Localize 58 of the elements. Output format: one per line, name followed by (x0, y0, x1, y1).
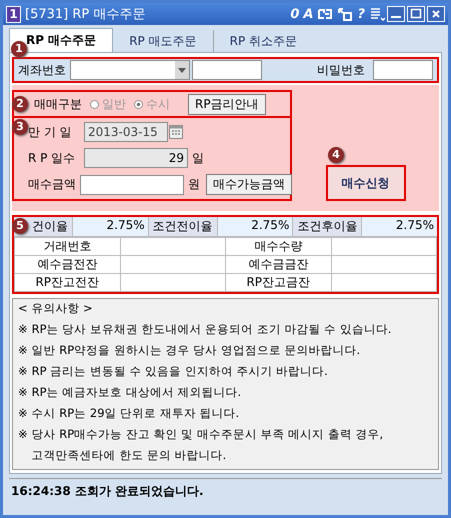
account-dropdown[interactable] (70, 60, 190, 80)
date-field[interactable]: 2013-03-15 (84, 122, 168, 142)
buy-request-button[interactable]: 매수신청 (326, 165, 406, 201)
minimize-button[interactable] (387, 6, 405, 22)
note-mark: ※ (18, 406, 28, 421)
note-mark: ※ (18, 322, 28, 337)
password-label: 비밀번호 (317, 62, 365, 78)
table-header-cell: 거래번호 (14, 238, 120, 256)
trade-type-label: 매매구분 (34, 96, 82, 112)
maturity-label: 만 기 일 (28, 124, 73, 140)
note-text: RP는 당사 보유채권 한도내에서 운용되어 조기 마감될 수 있습니다. (32, 322, 392, 337)
rate-label: 조건후이율 (293, 217, 362, 236)
maximize-button[interactable] (407, 6, 425, 22)
note-mark: ※ (18, 364, 28, 379)
table-header-cell: 예수금전잔 (14, 256, 120, 274)
table-header-cell: RP잔고금잔 (226, 274, 331, 292)
step-marker: 4 (328, 147, 344, 163)
note-mark: ※ (18, 427, 28, 443)
step-marker: 3 (12, 119, 28, 135)
toolbar-button[interactable]: 0 (290, 6, 300, 22)
window-title: [5731] RP 매수주문 (25, 6, 146, 23)
rp-days-label: R P 일수 (28, 150, 76, 166)
calendar-icon[interactable] (168, 123, 184, 141)
table-header-cell: 매수수량 (226, 238, 331, 256)
note-text: RP 금리는 변동될 수 있음을 인지하여 주시기 바랍니다. (32, 364, 328, 379)
rp-days-field: 29 (84, 148, 188, 168)
unit-label: 일 (192, 150, 204, 166)
available-amount-button[interactable]: 매수가능금액 (206, 174, 292, 195)
note-mark: ※ (18, 385, 28, 400)
amount-field[interactable] (80, 174, 184, 194)
notes-title: < 유의사항 > (18, 301, 94, 316)
rate-label: 조건전이율 (148, 217, 218, 236)
password-field[interactable] (373, 60, 433, 80)
list-icon[interactable] (369, 7, 385, 21)
toolbar-button[interactable]: A (303, 6, 314, 22)
close-button[interactable] (427, 6, 445, 22)
note-text: 당사 RP매수가능 잔고 확인 및 매수주문시 부족 메시지 출력 경우, (32, 427, 384, 442)
status-message: 16:24:38 조회가 완료되었습니다. (9, 478, 442, 504)
step-marker: 5 (12, 218, 28, 234)
resize-icon[interactable] (337, 7, 354, 21)
account-suffix-field[interactable] (192, 60, 262, 80)
table-header-cell: RP잔고전잔 (14, 274, 120, 292)
note-text: RP는 예금자보호 대상에서 제외됩니다. (32, 385, 242, 400)
note-mark: ※ (18, 343, 28, 358)
link-icon[interactable] (317, 7, 334, 21)
step-marker: 2 (12, 96, 28, 112)
note-text: 일반 RP약정을 원하시는 경우 당사 영업점으로 문의바랍니다. (32, 343, 360, 358)
rate-value: 2.75% (394, 217, 436, 234)
tab[interactable]: RP 취소주문 (214, 30, 313, 52)
toolbar-button[interactable]: ? (357, 6, 365, 22)
table-header-cell: 예수금금잔 (226, 256, 331, 274)
step-marker: 1 (11, 41, 27, 57)
amount-label: 매수금액 (28, 176, 76, 193)
note-text: 수시 RP는 29일 단위로 재투자 됩니다. (32, 406, 240, 421)
note-text: 고객만족센타에 한도 문의 바랍니다. (32, 448, 228, 463)
account-label: 계좌번호 (18, 62, 66, 78)
unit-label: 원 (188, 176, 200, 193)
screen-number-badge: 1 (6, 6, 21, 22)
